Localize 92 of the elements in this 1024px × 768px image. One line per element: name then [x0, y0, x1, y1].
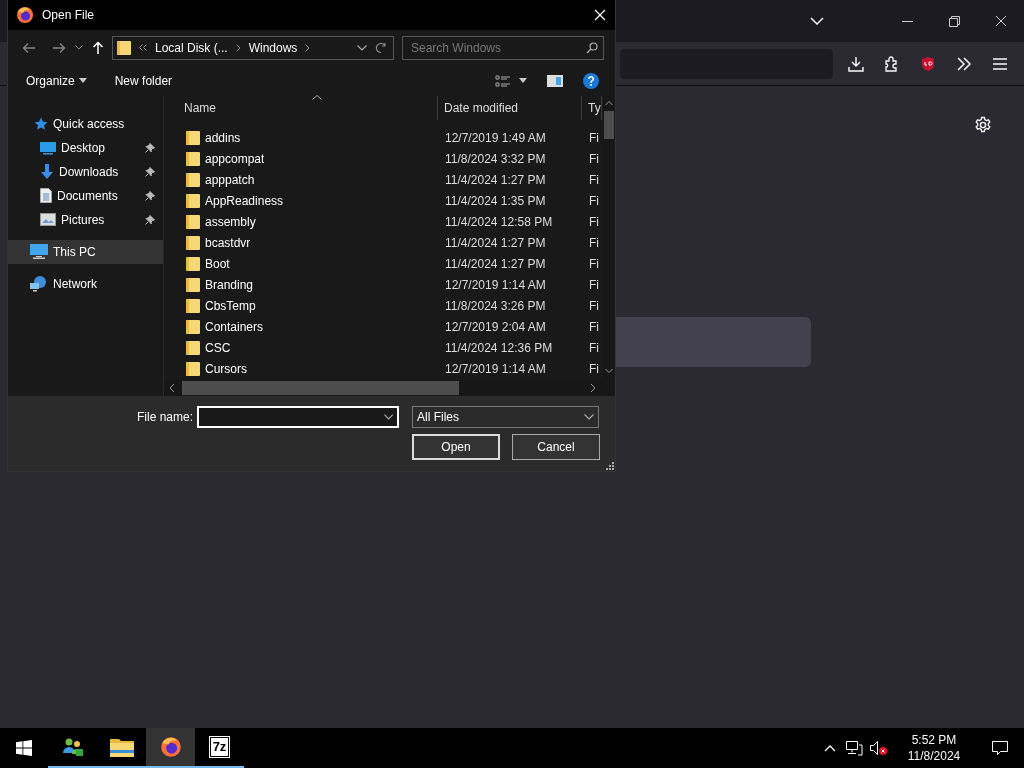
date-cell-text: 11/4/2024 1:35 PM — [444, 193, 547, 211]
file-name-field[interactable] — [197, 405, 399, 428]
file-name[interactable]: bcastdvr — [205, 234, 251, 253]
file-name[interactable]: Containers — [205, 318, 264, 337]
column-header[interactable]: Name — [164, 95, 438, 120]
folder-icon — [186, 256, 200, 273]
new-folder-button[interactable]: New folder — [108, 71, 179, 90]
folder-icon — [186, 340, 200, 357]
date-cell-text: 11/4/2024 12:36 PM — [444, 340, 554, 358]
column-header[interactable]: Date modified — [438, 95, 582, 120]
nav-item[interactable]: Downloads — [8, 159, 163, 184]
file-name[interactable]: apppatch — [205, 171, 255, 190]
nav-item[interactable]: Network — [8, 271, 163, 296]
picture-icon — [40, 213, 56, 227]
star-icon — [34, 116, 48, 131]
double-chevron-icon — [139, 44, 147, 52]
chevron-right-icon — [235, 43, 241, 52]
file-name[interactable]: AppReadiness — [205, 192, 284, 211]
date-cell-text: 12/7/2019 1:49 AM — [444, 130, 547, 148]
file-name[interactable]: addins — [205, 129, 241, 148]
nav-item[interactable]: Pictures — [8, 207, 163, 232]
file-name[interactable]: CbsTemp — [205, 297, 256, 316]
file-name[interactable]: Branding — [205, 276, 254, 295]
file-name[interactable]: Boot — [205, 255, 230, 274]
firefox-icon[interactable] — [146, 728, 195, 768]
monitor-icon — [40, 140, 56, 155]
folder-icon — [186, 130, 200, 147]
type-cell-text: Fi — [588, 214, 600, 232]
type-cell-text: Fi — [588, 298, 600, 316]
folder-icon — [186, 298, 200, 315]
folder-icon — [186, 172, 200, 189]
nav-item[interactable]: Desktop — [8, 135, 163, 160]
file-name[interactable]: CSC — [205, 339, 231, 358]
scrollbar-thumb[interactable] — [604, 110, 614, 139]
breadcrumb-item[interactable]: Local Disk (... — [155, 36, 228, 59]
folder-icon — [117, 39, 131, 56]
document-icon — [40, 188, 52, 204]
folder-icon — [186, 319, 200, 336]
scrollbar-thumb[interactable] — [182, 380, 459, 395]
type-cell-text: Fi — [588, 130, 600, 148]
date-cell-text: 11/4/2024 12:58 PM — [444, 214, 554, 232]
type-cell-text: Fi — [588, 172, 600, 190]
date-cell-text: 12/7/2019 2:04 AM — [444, 319, 547, 337]
clock[interactable]: 5:52 PM 11/8/2024 — [892, 728, 976, 768]
search-field[interactable]: Search Windows — [402, 35, 604, 60]
address-bar[interactable]: Local Disk (... Windows — [112, 35, 394, 60]
chevron-down-icon[interactable] — [383, 413, 393, 420]
date-cell-text: 11/8/2024 3:26 PM — [444, 298, 547, 316]
cancel-button[interactable]: Cancel — [512, 433, 600, 460]
folder-icon — [186, 277, 200, 294]
search-icon — [586, 41, 598, 54]
computer-icon — [30, 244, 48, 260]
type-cell-text: Fi — [588, 340, 600, 358]
file-name[interactable]: Cursors — [205, 360, 247, 379]
folder-icon — [186, 235, 200, 252]
type-cell-text: Fi — [588, 256, 600, 274]
type-cell-text: Fi — [588, 193, 600, 211]
folder-icon — [186, 214, 200, 231]
down-arrow-icon — [40, 163, 54, 180]
file-name-label: File name: — [135, 408, 193, 426]
chevron-right-icon — [305, 43, 311, 52]
chevron-down-icon — [584, 413, 594, 420]
type-cell-text: Fi — [588, 361, 600, 379]
nav-item[interactable]: This PC — [8, 239, 163, 264]
firefox-icon — [16, 6, 34, 24]
column-header[interactable]: Ty — [582, 95, 602, 120]
folder-icon — [186, 361, 200, 378]
settings-icon[interactable] — [973, 115, 993, 135]
caret-icon — [78, 78, 87, 84]
file-type-dropdown[interactable]: All Files — [412, 405, 599, 428]
type-cell-text: Fi — [588, 319, 600, 337]
nav-item[interactable]: Quick access — [8, 111, 163, 136]
date-cell-text: 11/4/2024 1:27 PM — [444, 235, 547, 253]
type-cell-text: Fi — [588, 277, 600, 295]
breadcrumb-item[interactable]: Windows — [248, 36, 298, 59]
date-cell-text: 12/7/2019 1:14 AM — [444, 361, 547, 379]
nav-item[interactable]: Documents — [8, 183, 163, 208]
dialog-title: Open File — [42, 7, 95, 24]
date-cell-text: 11/4/2024 1:27 PM — [444, 256, 547, 274]
file-name[interactable]: appcompat — [205, 150, 265, 169]
type-cell-text: Fi — [588, 151, 600, 169]
date-cell-text: 12/7/2019 1:14 AM — [444, 277, 547, 295]
date-cell-text: 11/4/2024 1:27 PM — [444, 172, 547, 190]
type-cell-text: Fi — [588, 235, 600, 253]
file-name[interactable]: assembly — [205, 213, 256, 232]
resize-grip-icon[interactable] — [606, 462, 614, 470]
folder-icon — [186, 151, 200, 168]
date-cell-text: 11/8/2024 3:32 PM — [444, 151, 547, 169]
network-icon — [30, 275, 48, 292]
open-button[interactable]: Open — [412, 433, 500, 460]
organize-menu[interactable]: Organize — [20, 71, 93, 90]
folder-icon — [186, 193, 200, 210]
